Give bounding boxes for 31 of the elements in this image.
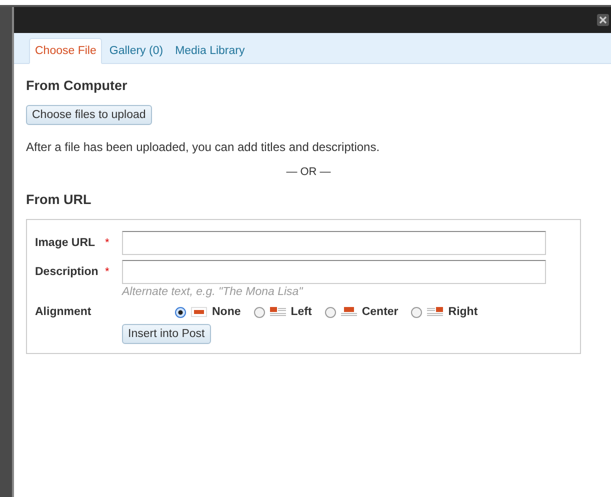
insert-button[interactable]: Insert into Post (122, 324, 211, 344)
field-hint: Alternate text, e.g. "The Mona Lisa" (122, 286, 304, 300)
field-label: Alignment (35, 306, 92, 318)
radio-button[interactable] (324, 306, 336, 318)
radio-button[interactable] (254, 306, 265, 318)
text-field[interactable] (122, 230, 546, 254)
option-label: None (212, 306, 241, 318)
or-separator: — OR — (285, 166, 332, 178)
required-mark: * (105, 266, 110, 278)
option-label: Center (362, 306, 398, 318)
tab[interactable]: Gallery (0) (104, 39, 168, 63)
alignment-none-icon (191, 307, 207, 317)
close-icon (599, 16, 607, 24)
upload-note: After a file has been uploaded, you can add titles and descriptions. (26, 140, 381, 154)
alignment-center-icon (340, 307, 357, 317)
option-label: Left (290, 306, 312, 318)
alignment-right-icon (427, 307, 444, 317)
field-label: Description (35, 266, 100, 278)
section-heading: From URL (26, 192, 92, 207)
alignment-left-icon (270, 307, 286, 317)
radio-button[interactable] (411, 306, 422, 318)
text-field[interactable] (122, 260, 546, 284)
field-label: Image URL (35, 236, 96, 248)
choose-files-button[interactable]: Choose files to upload (26, 105, 152, 125)
close-button[interactable] (597, 14, 609, 26)
option-label: Right (448, 306, 478, 318)
tab[interactable]: Choose File (29, 38, 102, 64)
section-heading: From Computer (26, 78, 128, 93)
tab[interactable]: Media Library (170, 39, 250, 63)
radio-button[interactable] (175, 306, 186, 318)
required-mark: * (105, 236, 110, 248)
